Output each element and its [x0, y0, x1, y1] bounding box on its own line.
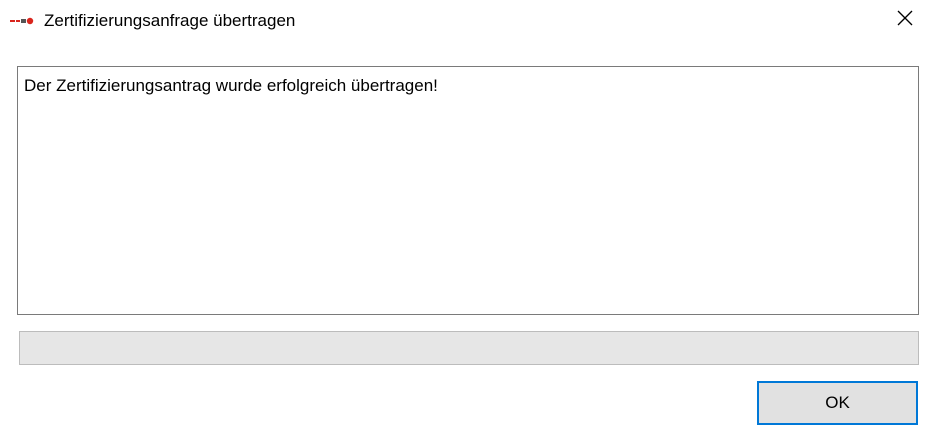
title-bar[interactable]: Zertifizierungsanfrage übertragen [0, 0, 928, 44]
message-textbox[interactable]: Der Zertifizierungsantrag wurde erfolgre… [17, 66, 919, 315]
dialog-window: Zertifizierungsanfrage übertragen Der Ze… [0, 0, 928, 447]
ok-button[interactable]: OK [757, 381, 918, 425]
close-icon [897, 10, 913, 31]
window-title: Zertifizierungsanfrage übertragen [44, 11, 296, 30]
message-text: Der Zertifizierungsantrag wurde erfolgre… [24, 76, 438, 95]
app-logo-icon [10, 14, 36, 28]
progress-bar [19, 331, 919, 365]
close-button[interactable] [882, 0, 928, 40]
